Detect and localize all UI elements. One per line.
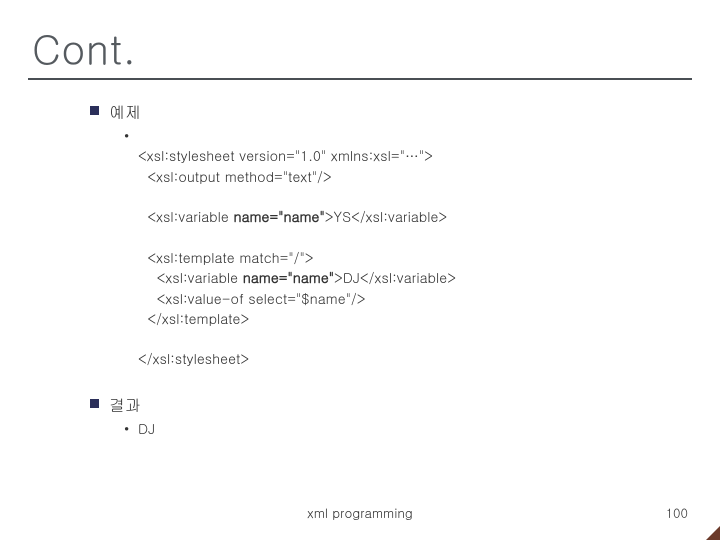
result-sub-block: • DJ [124,418,680,438]
code-line: <xsl:stylesheet version="1.0" xmlns:xsl=… [138,145,433,165]
code-line: </xsl:template> [138,308,249,328]
bullet-result-label: 결과 [109,393,141,416]
footer-center-text: xml programming [0,503,720,522]
footer-page-number: 100 [666,503,688,522]
code-line: </xsl:stylesheet> [138,348,249,368]
dot-bullet-icon: • [124,418,138,438]
square-bullet-icon [90,106,99,115]
bullet-result: 결과 [90,393,680,416]
dot-bullet-icon: • [124,125,138,145]
slide-content: 예제 • <xsl:stylesheet version="1.0" xmlns… [90,100,680,448]
result-value: DJ [138,418,155,438]
code-line: <xsl:value-of select="$name"/> [138,288,365,308]
code-block: <xsl:stylesheet version="1.0" xmlns:xsl=… [138,125,456,369]
slide: Cont. 예제 • <xsl:stylesheet version="1.0"… [0,0,720,540]
code-line-part: >YS</xsl:variable> [325,206,447,226]
slide-title: Cont. [32,20,137,76]
bullet-example-label: 예제 [109,100,141,123]
title-underline [28,78,692,80]
example-dot-row: • <xsl:stylesheet version="1.0" xmlns:xs… [124,125,680,369]
code-line: <xsl:output method="text"/> [138,166,332,186]
code-bold: name="name" [233,206,324,226]
code-line: <xsl:template match="/"> [138,247,314,267]
result-dot-row: • DJ [124,418,680,438]
corner-accent-icon [706,526,720,540]
square-bullet-icon [90,399,99,408]
example-sub-block: • <xsl:stylesheet version="1.0" xmlns:xs… [124,125,680,369]
code-line-part: <xsl:variable [138,267,243,287]
code-line-part: <xsl:variable [138,206,233,226]
code-line-part: >DJ</xsl:variable> [334,267,456,287]
bullet-example: 예제 [90,100,680,123]
code-bold: name="name" [243,267,334,287]
